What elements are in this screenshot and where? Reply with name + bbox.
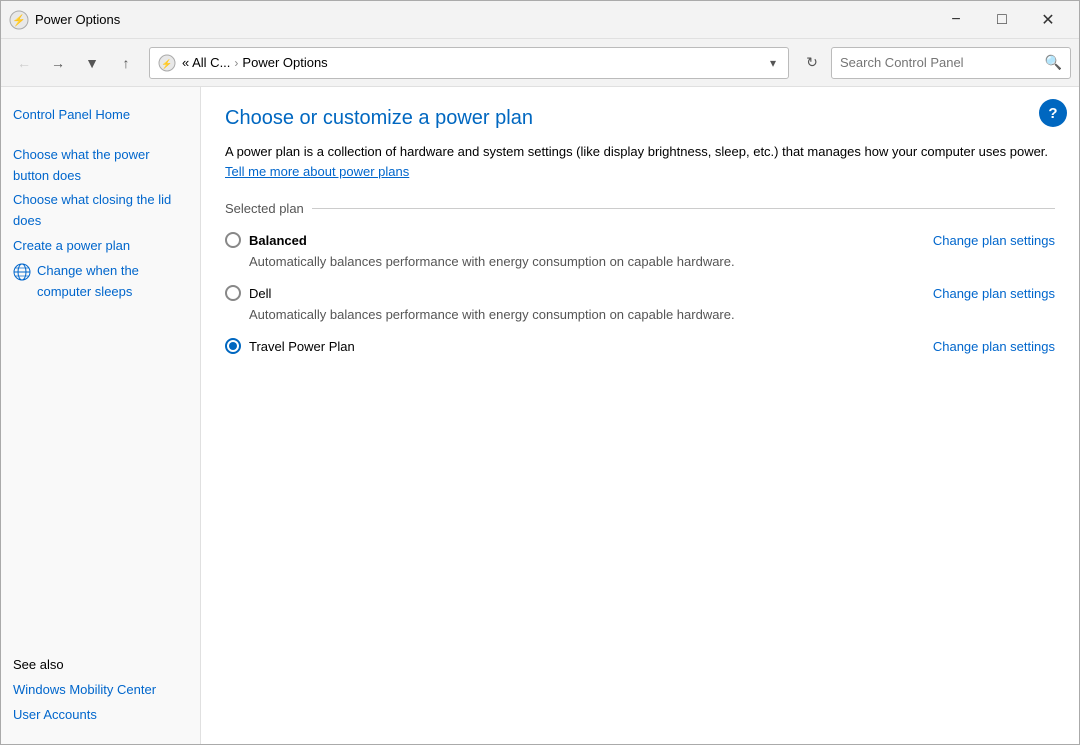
plan-dell: Dell Change plan settings Automatically … bbox=[225, 285, 1055, 322]
address-prefix: « All C... bbox=[182, 55, 230, 70]
address-path: « All C... › Power Options bbox=[182, 55, 760, 70]
description: A power plan is a collection of hardware… bbox=[225, 142, 1055, 181]
plan-balanced-row: Balanced Change plan settings bbox=[225, 232, 1055, 248]
help-button[interactable]: ? bbox=[1039, 99, 1067, 127]
svg-text:⚡: ⚡ bbox=[12, 14, 26, 27]
section-header: Selected plan bbox=[225, 201, 1055, 216]
recent-locations-button[interactable]: ▼ bbox=[77, 48, 107, 78]
plan-travel-row: Travel Power Plan Change plan settings bbox=[225, 338, 1055, 354]
section-divider-line bbox=[312, 208, 1055, 209]
sidebar-item-home[interactable]: Control Panel Home bbox=[13, 103, 188, 128]
sidebar-item-power-button[interactable]: Choose what the power button does bbox=[13, 143, 188, 189]
balanced-radio[interactable] bbox=[225, 232, 241, 248]
travel-radio[interactable] bbox=[225, 338, 241, 354]
see-also-title: See also bbox=[13, 657, 188, 672]
see-also-section: See also Windows Mobility Center User Ac… bbox=[13, 637, 188, 728]
search-input[interactable] bbox=[840, 55, 1039, 70]
travel-change-link[interactable]: Change plan settings bbox=[933, 338, 1055, 354]
balanced-name: Balanced bbox=[249, 233, 307, 248]
balanced-change-link[interactable]: Change plan settings bbox=[933, 232, 1055, 248]
plan-travel: Travel Power Plan Change plan settings bbox=[225, 338, 1055, 354]
sidebar-item-sleep[interactable]: Change when the computer sleeps bbox=[13, 259, 188, 305]
toolbar: ← → ▼ ↑ ⚡ « All C... › Power Options ▾ ↻… bbox=[1, 39, 1079, 87]
address-bar-icon: ⚡ bbox=[158, 54, 176, 72]
plan-dell-left: Dell bbox=[225, 285, 913, 301]
window-controls: − □ ✕ bbox=[933, 4, 1071, 36]
maximize-button[interactable]: □ bbox=[979, 4, 1025, 36]
address-current: Power Options bbox=[242, 55, 327, 70]
refresh-button[interactable]: ↻ bbox=[797, 48, 827, 78]
dell-radio[interactable] bbox=[225, 285, 241, 301]
address-separator: › bbox=[234, 56, 238, 70]
address-dropdown-button[interactable]: ▾ bbox=[766, 56, 780, 70]
address-bar: ⚡ « All C... › Power Options ▾ bbox=[149, 47, 789, 79]
balanced-description: Automatically balances performance with … bbox=[249, 254, 1055, 269]
dell-description: Automatically balances performance with … bbox=[249, 307, 1055, 322]
search-button[interactable]: 🔍 bbox=[1045, 54, 1062, 71]
sidebar-item-accounts[interactable]: User Accounts bbox=[13, 703, 188, 728]
page-heading: Choose or customize a power plan bbox=[225, 107, 1055, 130]
close-button[interactable]: ✕ bbox=[1025, 4, 1071, 36]
content-area: ? Choose or customize a power plan A pow… bbox=[201, 87, 1079, 744]
plan-travel-left: Travel Power Plan bbox=[225, 338, 913, 354]
forward-button[interactable]: → bbox=[43, 48, 73, 78]
plan-balanced: Balanced Change plan settings Automatica… bbox=[225, 232, 1055, 269]
title-bar: ⚡ Power Options − □ ✕ bbox=[1, 1, 1079, 39]
plan-balanced-left: Balanced bbox=[225, 232, 913, 248]
sidebar-item-mobility[interactable]: Windows Mobility Center bbox=[13, 678, 188, 703]
minimize-button[interactable]: − bbox=[933, 4, 979, 36]
travel-name: Travel Power Plan bbox=[249, 339, 355, 354]
main-area: Control Panel Home Choose what the power… bbox=[1, 87, 1079, 744]
svg-text:⚡: ⚡ bbox=[161, 58, 172, 70]
dell-name: Dell bbox=[249, 286, 271, 301]
dell-change-link[interactable]: Change plan settings bbox=[933, 285, 1055, 301]
description-text: A power plan is a collection of hardware… bbox=[225, 144, 1048, 159]
sidebar-item-lid[interactable]: Choose what closing the lid does bbox=[13, 188, 188, 234]
up-button[interactable]: ↑ bbox=[111, 48, 141, 78]
learn-more-link[interactable]: Tell me more about power plans bbox=[225, 164, 409, 179]
window-icon: ⚡ bbox=[9, 10, 29, 30]
window: ⚡ Power Options − □ ✕ ← → ▼ ↑ ⚡ « All C.… bbox=[0, 0, 1080, 745]
window-title: Power Options bbox=[35, 12, 927, 27]
globe-icon bbox=[13, 263, 31, 281]
back-button[interactable]: ← bbox=[9, 48, 39, 78]
section-label: Selected plan bbox=[225, 201, 304, 216]
plan-dell-row: Dell Change plan settings bbox=[225, 285, 1055, 301]
sidebar-item-create-plan[interactable]: Create a power plan bbox=[13, 234, 188, 259]
search-box: 🔍 bbox=[831, 47, 1071, 79]
sidebar: Control Panel Home Choose what the power… bbox=[1, 87, 201, 744]
